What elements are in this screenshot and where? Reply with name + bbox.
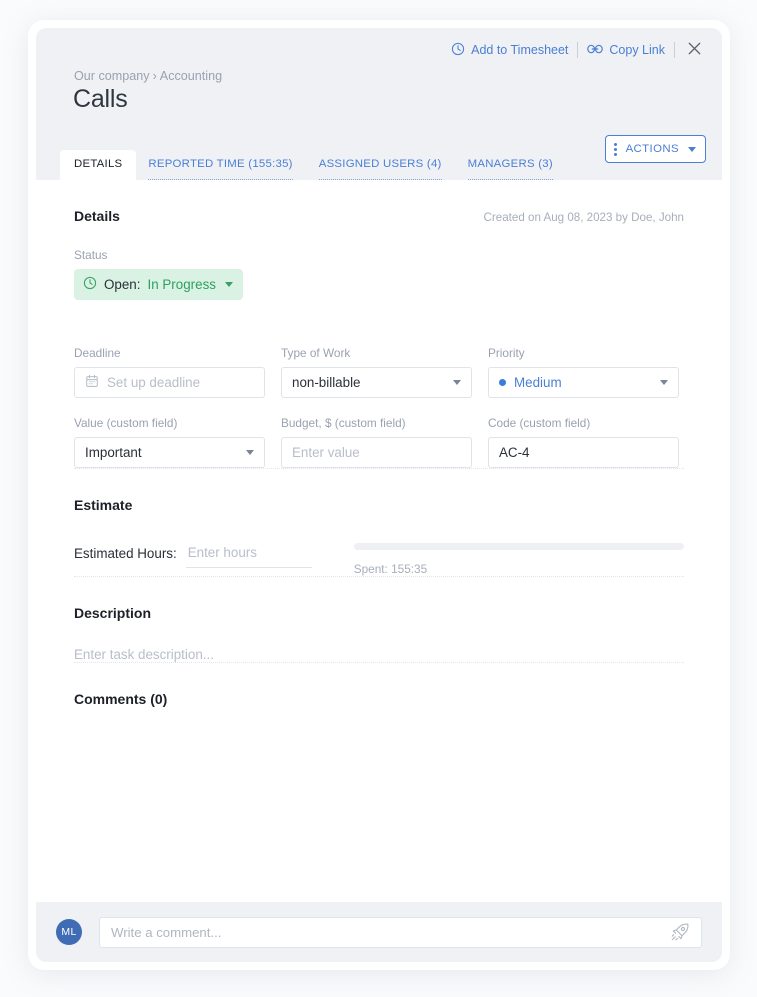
tab-assigned-users[interactable]: ASSIGNED USERS (4) (318, 150, 442, 180)
chevron-down-icon (660, 380, 668, 385)
breadcrumb: Our company › Accounting (74, 69, 222, 83)
code-custom-input[interactable]: AC-4 (488, 437, 679, 468)
value-custom-value: Important (85, 445, 142, 460)
chevron-down-icon (246, 450, 254, 455)
status-field: Status Open: In Progress (74, 248, 684, 300)
budget-custom-field: Budget, $ (custom field) Enter value (281, 416, 472, 468)
add-to-timesheet-label: Add to Timesheet (471, 43, 569, 57)
created-on-text: Created on Aug 08, 2023 by Doe, John (483, 211, 684, 224)
link-icon (587, 43, 604, 58)
details-header-row: Details Created on Aug 08, 2023 by Doe, … (74, 180, 684, 224)
chevron-down-icon (688, 146, 696, 152)
actions-button-label: ACTIONS (625, 143, 679, 155)
modal-body: Details Created on Aug 08, 2023 by Doe, … (36, 180, 722, 902)
comments-title: Comments (0) (74, 691, 168, 707)
tab-managers[interactable]: MANAGERS (3) (467, 150, 553, 180)
priority-select[interactable]: Medium (488, 367, 679, 398)
code-custom-field: Code (custom field) AC-4 (488, 416, 679, 468)
copy-link-button[interactable]: Copy Link (578, 43, 674, 58)
progress-bar (353, 543, 684, 550)
comment-placeholder: Write a comment... (111, 924, 222, 940)
deadline-placeholder: Set up deadline (107, 375, 201, 390)
clock-icon (451, 42, 465, 59)
budget-placeholder: Enter value (292, 445, 360, 460)
budget-custom-label: Budget, $ (custom field) (281, 416, 406, 430)
status-prefix: Open: (104, 277, 141, 292)
details-title: Details (74, 208, 120, 224)
actions-button[interactable]: ACTIONS (604, 135, 706, 163)
description-input[interactable]: Enter task description... (74, 647, 684, 662)
description-header-row: Description (74, 577, 684, 621)
spent-label: Spent: 155:35 (353, 562, 428, 576)
header-actions: Add to Timesheet Copy Link (442, 38, 712, 62)
clock-icon (83, 276, 97, 293)
task-detail-modal: Add to Timesheet Copy Link Our company ›… (28, 20, 730, 970)
estimated-hours-input[interactable]: Enter hours (185, 541, 312, 568)
modal-header: Add to Timesheet Copy Link Our company ›… (36, 28, 722, 180)
status-badge[interactable]: Open: In Progress (74, 269, 243, 300)
deadline-label: Deadline (74, 346, 121, 360)
fields-row-1: Deadline Set up deadline Type of Work no… (74, 346, 684, 398)
close-button[interactable] (675, 41, 712, 59)
breadcrumb-section[interactable]: Accounting (160, 69, 222, 83)
estimated-hours-label: Estimated Hours: (74, 546, 177, 561)
calendar-icon (85, 374, 99, 391)
breadcrumb-chevron-icon: › (152, 69, 157, 83)
chevron-down-icon (453, 380, 461, 385)
value-custom-field: Value (custom field) Important (74, 416, 265, 468)
value-custom-select[interactable]: Important (74, 437, 265, 468)
modal-inner: Add to Timesheet Copy Link Our company ›… (36, 28, 722, 962)
comment-input[interactable]: Write a comment... (99, 916, 702, 948)
priority-dot-icon (499, 379, 506, 386)
tab-bar: DETAILS REPORTED TIME (155:35) ASSIGNED … (60, 148, 579, 180)
rocket-send-icon[interactable] (670, 922, 690, 942)
copy-link-label: Copy Link (609, 43, 665, 57)
code-custom-value: AC-4 (499, 445, 530, 460)
value-custom-label: Value (custom field) (74, 416, 178, 430)
type-of-work-label: Type of Work (281, 346, 351, 360)
avatar: ML (56, 919, 82, 945)
tab-details[interactable]: DETAILS (60, 150, 137, 180)
priority-label: Priority (488, 346, 525, 360)
breadcrumb-company[interactable]: Our company (74, 69, 150, 83)
type-of-work-field: Type of Work non-billable (281, 346, 472, 398)
deadline-input[interactable]: Set up deadline (74, 367, 265, 398)
priority-field: Priority Medium (488, 346, 679, 398)
spent-progress: Spent: 155:35 (353, 541, 684, 576)
code-custom-label: Code (custom field) (488, 416, 591, 430)
details-section: Details Created on Aug 08, 2023 by Doe, … (52, 180, 706, 707)
type-of-work-value: non-billable (292, 375, 361, 390)
estimate-header-row: Estimate (74, 469, 684, 513)
comments-header-row: Comments (0) (74, 663, 684, 707)
priority-value: Medium (514, 375, 562, 390)
chevron-down-icon (224, 282, 233, 287)
add-to-timesheet-button[interactable]: Add to Timesheet (442, 42, 577, 59)
status-label: Status (74, 248, 108, 262)
page-title: Calls (73, 85, 128, 113)
tab-reported-time[interactable]: REPORTED TIME (155:35) (148, 150, 293, 180)
fields-row-2: Value (custom field) Important Budget, $… (74, 416, 684, 468)
status-value: In Progress (147, 277, 216, 292)
estimate-row: Estimated Hours: Enter hours Spent: 155:… (74, 541, 684, 576)
estimate-title: Estimate (74, 497, 133, 513)
kebab-menu-icon (613, 142, 617, 156)
close-icon (687, 41, 702, 59)
budget-custom-input[interactable]: Enter value (281, 437, 472, 468)
comment-footer: ML Write a comment... (36, 902, 722, 962)
deadline-field: Deadline Set up deadline (74, 346, 265, 398)
description-title: Description (74, 605, 152, 621)
type-of-work-select[interactable]: non-billable (281, 367, 472, 398)
